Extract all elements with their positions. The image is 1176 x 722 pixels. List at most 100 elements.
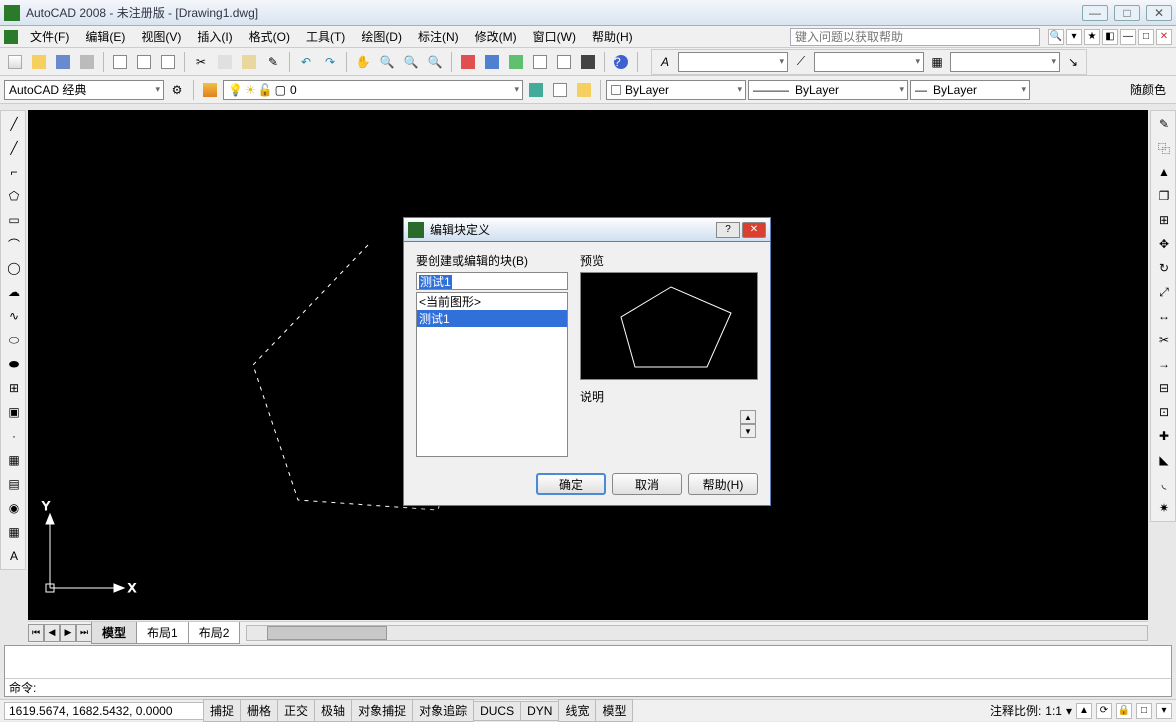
workspace-settings-button[interactable]: ⚙ bbox=[166, 79, 188, 101]
pan-button[interactable]: ✋ bbox=[352, 51, 374, 73]
status-ducs[interactable]: DUCS bbox=[473, 701, 521, 721]
copy2-button[interactable]: ⿻ bbox=[1153, 137, 1175, 159]
spline-button[interactable]: ∿ bbox=[3, 305, 25, 327]
point-button[interactable]: · bbox=[3, 425, 25, 447]
status-osnap[interactable]: 对象捕捉 bbox=[351, 699, 413, 722]
dim-style-icon[interactable]: ⟋ bbox=[790, 51, 812, 73]
workspace-combo[interactable]: AutoCAD 经典 bbox=[4, 80, 164, 100]
status-ortho[interactable]: 正交 bbox=[277, 699, 315, 722]
help-button[interactable]: ? bbox=[610, 51, 632, 73]
status-polar[interactable]: 极轴 bbox=[314, 699, 352, 722]
status-lock-icon[interactable]: 🔒 bbox=[1116, 703, 1132, 719]
break-button[interactable]: ⊟ bbox=[1153, 377, 1175, 399]
circle-button[interactable]: ◯ bbox=[3, 257, 25, 279]
layer-prop-button[interactable] bbox=[199, 79, 221, 101]
new-button[interactable] bbox=[4, 51, 26, 73]
mtext-button[interactable]: A bbox=[3, 545, 25, 567]
chamfer-button[interactable]: ◣ bbox=[1153, 449, 1175, 471]
arc-button[interactable]: ⌒ bbox=[3, 233, 25, 255]
menu-help[interactable]: 帮助(H) bbox=[584, 26, 641, 47]
desc-scroll-down[interactable]: ▼ bbox=[740, 424, 756, 438]
match-button[interactable]: ✎ bbox=[262, 51, 284, 73]
block-list-item-current[interactable]: <当前图形> bbox=[417, 293, 567, 310]
stretch-button[interactable]: ↔ bbox=[1153, 305, 1175, 327]
fillet-button[interactable]: ◟ bbox=[1153, 473, 1175, 495]
menu-format[interactable]: 格式(O) bbox=[241, 26, 298, 47]
close-button[interactable]: ✕ bbox=[1146, 5, 1172, 21]
doc-min-icon[interactable]: — bbox=[1120, 29, 1136, 45]
block-button[interactable]: ▣ bbox=[3, 401, 25, 423]
table-button[interactable]: ▦ bbox=[3, 521, 25, 543]
mirror-button[interactable]: ▲ bbox=[1153, 161, 1175, 183]
textstyle-icon[interactable]: A bbox=[654, 51, 676, 73]
cut-button[interactable]: ✂ bbox=[190, 51, 212, 73]
command-input[interactable]: 命令: bbox=[5, 678, 1171, 696]
move-button[interactable]: ✥ bbox=[1153, 233, 1175, 255]
gradient-button[interactable]: ▤ bbox=[3, 473, 25, 495]
cancel-button[interactable]: 取消 bbox=[612, 473, 682, 495]
line-button[interactable]: ╱ bbox=[3, 113, 25, 135]
scale-button[interactable]: ⤢ bbox=[1153, 281, 1175, 303]
dropdown-icon[interactable]: ▾ bbox=[1066, 29, 1082, 45]
zoom-rt-button[interactable]: 🔍 bbox=[376, 51, 398, 73]
menu-tools[interactable]: 工具(T) bbox=[298, 26, 353, 47]
block-list-item-test1[interactable]: 测试1 bbox=[417, 310, 567, 327]
trim-button[interactable]: ✂ bbox=[1153, 329, 1175, 351]
menu-dimension[interactable]: 标注(N) bbox=[410, 26, 467, 47]
menu-edit[interactable]: 编辑(E) bbox=[77, 26, 133, 47]
erase-button[interactable]: ✎ bbox=[1153, 113, 1175, 135]
layer-state-button[interactable] bbox=[549, 79, 571, 101]
undo-button[interactable]: ↶ bbox=[295, 51, 317, 73]
extend-button[interactable]: → bbox=[1153, 353, 1175, 375]
save-button[interactable] bbox=[52, 51, 74, 73]
status-lwt[interactable]: 线宽 bbox=[558, 699, 596, 722]
linetype-combo[interactable]: ———ByLayer bbox=[748, 80, 908, 100]
maximize-button[interactable]: □ bbox=[1114, 5, 1140, 21]
tab-prev-button[interactable]: ◀ bbox=[44, 624, 60, 642]
textstyle-combo[interactable] bbox=[678, 52, 788, 72]
layer-prev-button[interactable] bbox=[525, 79, 547, 101]
paste-button[interactable] bbox=[238, 51, 260, 73]
status-snap[interactable]: 捕捉 bbox=[203, 699, 241, 722]
description-field[interactable]: ▲ ▼ bbox=[580, 408, 758, 456]
comm-icon[interactable]: ◧ bbox=[1102, 29, 1118, 45]
zoom-prev-button[interactable]: 🔍 bbox=[400, 51, 422, 73]
calc-button[interactable] bbox=[577, 51, 599, 73]
ellipse-button[interactable]: ⬭ bbox=[3, 329, 25, 351]
hatch-button[interactable]: ▦ bbox=[3, 449, 25, 471]
status-model[interactable]: 模型 bbox=[595, 699, 633, 722]
star-icon[interactable]: ★ bbox=[1084, 29, 1100, 45]
sheet-button[interactable] bbox=[157, 51, 179, 73]
doc-close-icon[interactable]: ✕ bbox=[1156, 29, 1172, 45]
redo-button[interactable]: ↷ bbox=[319, 51, 341, 73]
join-button[interactable]: ✚ bbox=[1153, 425, 1175, 447]
offset-button[interactable]: ❐ bbox=[1153, 185, 1175, 207]
search-icon[interactable]: 🔍 bbox=[1048, 29, 1064, 45]
color-combo[interactable]: ByLayer bbox=[606, 80, 746, 100]
array-button[interactable]: ⊞ bbox=[1153, 209, 1175, 231]
tool-palette-button[interactable] bbox=[505, 51, 527, 73]
tab-layout1[interactable]: 布局1 bbox=[136, 622, 189, 644]
anno-vis-icon[interactable]: ▲ bbox=[1076, 703, 1092, 719]
open-button[interactable] bbox=[28, 51, 50, 73]
scale-dropdown-icon[interactable]: ▾ bbox=[1066, 704, 1072, 718]
ok-button[interactable]: 确定 bbox=[536, 473, 606, 495]
markup-button[interactable] bbox=[553, 51, 575, 73]
props-button[interactable] bbox=[457, 51, 479, 73]
mleader-icon[interactable]: ↘ bbox=[1062, 51, 1084, 73]
help-search-input[interactable] bbox=[790, 28, 1040, 46]
publish-button[interactable] bbox=[133, 51, 155, 73]
menu-insert[interactable]: 插入(I) bbox=[189, 26, 240, 47]
print-button[interactable] bbox=[76, 51, 98, 73]
dc-button[interactable] bbox=[481, 51, 503, 73]
tab-last-button[interactable]: ⏭ bbox=[76, 624, 92, 642]
doc-max-icon[interactable]: □ bbox=[1138, 29, 1154, 45]
status-tray-icon[interactable]: ▾ bbox=[1156, 703, 1172, 719]
block-list[interactable]: <当前图形> 测试1 bbox=[416, 292, 568, 457]
horizontal-scrollbar[interactable] bbox=[246, 625, 1148, 641]
status-max-icon[interactable]: □ bbox=[1136, 703, 1152, 719]
dialog-help-icon[interactable]: ? bbox=[716, 222, 740, 238]
layer-combo[interactable]: 💡☀🔓▢ 0 bbox=[223, 80, 523, 100]
menu-file[interactable]: 文件(F) bbox=[22, 26, 77, 47]
sheet-set-button[interactable] bbox=[529, 51, 551, 73]
